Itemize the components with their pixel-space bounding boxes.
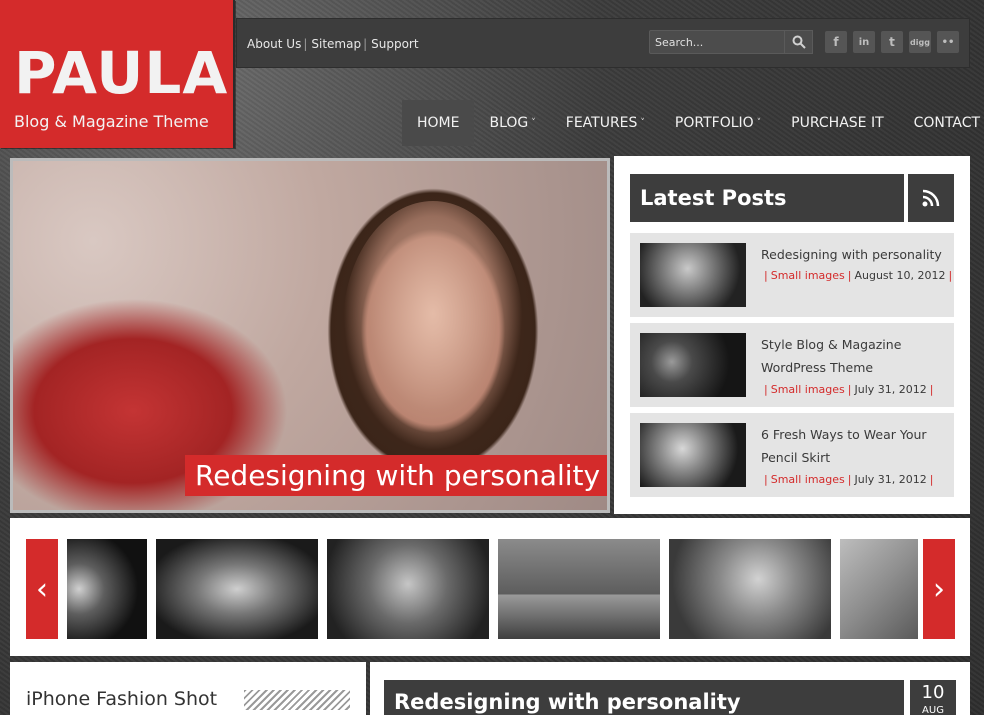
chevron-right-icon: › — [933, 571, 945, 607]
hero-slide-image[interactable]: Redesigning with personality — [10, 158, 610, 513]
nav-label: HOME — [417, 115, 460, 131]
article-section: Redesigning with personality 10 AUG — [370, 662, 970, 715]
post-date: August 10, 2012 — [854, 269, 946, 282]
post-thumbnail[interactable] — [640, 243, 746, 307]
section-title[interactable]: iPhone Fashion Shot — [26, 688, 217, 710]
title-decoration — [244, 690, 350, 710]
facebook-icon[interactable]: f — [825, 31, 847, 53]
carousel-next-button[interactable]: › — [923, 539, 955, 639]
top-links: About Us | Sitemap | Support — [247, 37, 419, 51]
post-thumbnail[interactable] — [640, 333, 746, 397]
search-input[interactable] — [649, 30, 785, 54]
digg-icon[interactable]: digg — [909, 31, 931, 53]
carousel-prev-button[interactable]: ‹ — [26, 539, 58, 639]
carousel-thumbnail[interactable] — [840, 539, 918, 639]
post-category-link[interactable]: Small images — [771, 383, 845, 396]
latest-posts-heading: Latest Posts — [630, 174, 904, 222]
carousel-thumbnail[interactable] — [156, 539, 318, 639]
nav-item-portfolio[interactable]: PORTFOLIO ˅ — [660, 100, 776, 146]
main-nav: HOME BLOG ˅ FEATURES ˅ PORTFOLIO ˅ PURCH… — [402, 100, 984, 146]
top-link-separator: | — [363, 37, 368, 51]
rss-button[interactable] — [908, 174, 954, 222]
carousel-thumbnail[interactable] — [669, 539, 831, 639]
logo-title: PAULA — [14, 39, 229, 107]
latest-posts-widget: Latest Posts Redesigning with personalit… — [614, 156, 970, 514]
post-title[interactable]: Redesigning with personality — [761, 243, 946, 266]
chevron-down-icon: ˅ — [531, 118, 536, 128]
flickr-icon[interactable]: •• — [937, 31, 959, 53]
about-us-link[interactable]: About Us — [247, 37, 301, 51]
chevron-left-icon: ‹ — [36, 571, 48, 607]
hero-photo — [343, 201, 523, 451]
post-thumbnail[interactable] — [640, 423, 746, 487]
search-button[interactable] — [785, 30, 813, 54]
rss-icon — [922, 189, 940, 207]
top-link-separator: | — [303, 37, 308, 51]
carousel-thumbnail[interactable] — [67, 539, 147, 639]
nav-label: CONTACT — [913, 115, 981, 131]
featured-section: iPhone Fashion Shot — [10, 662, 366, 715]
latest-post-item[interactable]: Redesigning with personality | Small imag… — [630, 233, 954, 317]
post-meta: | Small images | July 31, 2012 | — [764, 383, 934, 396]
logo-tagline: Blog & Magazine Theme — [14, 112, 209, 131]
post-title[interactable]: 6 Fresh Ways to Wear Your Pencil Skirt — [761, 423, 946, 469]
carousel-thumbnail[interactable] — [498, 539, 660, 639]
latest-post-item[interactable]: 6 Fresh Ways to Wear Your Pencil Skirt |… — [630, 413, 954, 497]
nav-label: PURCHASE IT — [791, 115, 884, 131]
date-month: AUG — [922, 705, 944, 715]
date-badge: 10 AUG — [910, 680, 956, 715]
top-bar: About Us | Sitemap | Support f in t digg… — [236, 18, 970, 68]
post-meta: | Small images | July 31, 2012 | — [764, 473, 934, 486]
chevron-down-icon: ˅ — [756, 118, 762, 128]
nav-item-blog[interactable]: BLOG ˅ — [474, 100, 550, 146]
nav-item-purchase[interactable]: PURCHASE IT — [776, 100, 898, 146]
nav-label: FEATURES — [565, 115, 638, 131]
linkedin-icon[interactable]: in — [853, 31, 875, 53]
article-title[interactable]: Redesigning with personality — [384, 680, 904, 715]
post-title[interactable]: Style Blog & Magazine WordPress Theme — [761, 333, 946, 379]
latest-post-item[interactable]: Style Blog & Magazine WordPress Theme | S… — [630, 323, 954, 407]
site-logo[interactable]: PAULA Blog & Magazine Theme — [0, 0, 235, 148]
post-category-link[interactable]: Small images — [771, 473, 845, 486]
search-icon — [792, 35, 806, 49]
support-link[interactable]: Support — [371, 37, 418, 51]
chevron-down-icon: ˅ — [640, 118, 645, 128]
nav-item-home[interactable]: HOME — [402, 100, 475, 146]
twitter-icon[interactable]: t — [881, 31, 903, 53]
sitemap-link[interactable]: Sitemap — [311, 37, 361, 51]
post-category-link[interactable]: Small images — [771, 269, 845, 282]
post-meta: | Small images | August 10, 2012 | — [764, 269, 953, 282]
carousel-thumbnail[interactable] — [327, 539, 489, 639]
post-date: July 31, 2012 — [854, 473, 927, 486]
nav-item-contact[interactable]: CONTACT — [899, 100, 984, 146]
hero-caption[interactable]: Redesigning with personality — [185, 455, 607, 496]
nav-label: BLOG — [489, 115, 529, 131]
image-carousel: ‹ › — [10, 518, 970, 656]
post-date: July 31, 2012 — [854, 383, 927, 396]
nav-item-features[interactable]: FEATURES ˅ — [551, 100, 660, 146]
date-day: 10 — [921, 682, 945, 703]
nav-label: PORTFOLIO — [674, 115, 754, 131]
